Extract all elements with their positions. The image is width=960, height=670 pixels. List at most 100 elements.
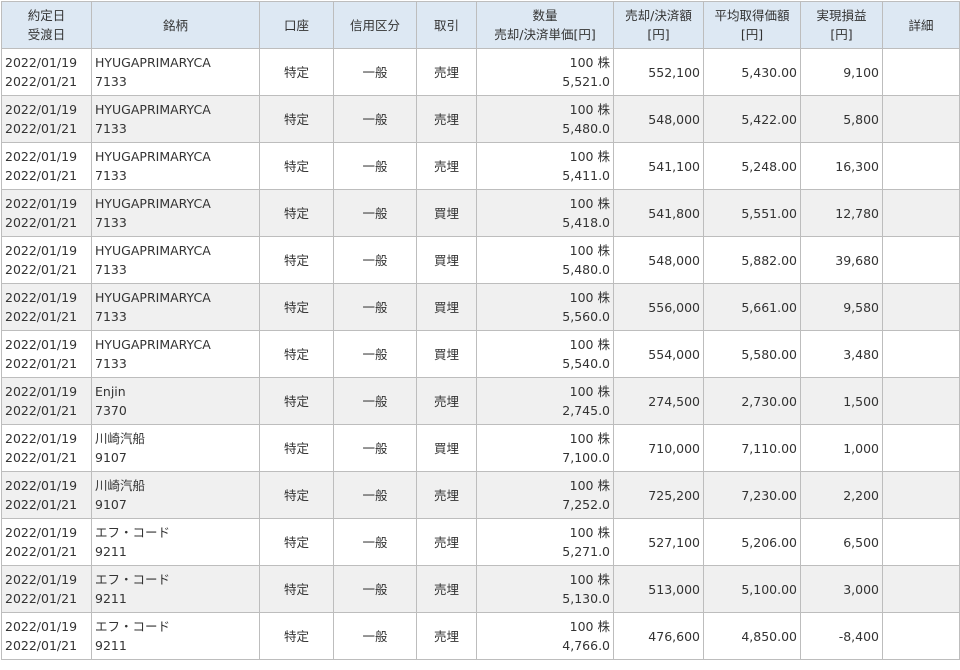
avg-cost: 5,100.00 — [703, 565, 801, 613]
trade-type: 買埋 — [416, 236, 477, 284]
account-type: 特定 — [259, 142, 334, 190]
realized-pl: 12,780 — [800, 189, 883, 237]
account-type: 特定 — [259, 612, 334, 660]
trade-type: 売埋 — [416, 565, 477, 613]
avg-cost: 5,882.00 — [703, 236, 801, 284]
account-type: 特定 — [259, 48, 334, 96]
quantity-price-cell: 100 株 2,745.0 — [476, 377, 614, 425]
unit-price: 7,100.0 — [562, 450, 610, 465]
trade-type: 買埋 — [416, 189, 477, 237]
detail-cell — [882, 518, 960, 566]
trade-date: 2022/01/19 — [5, 525, 78, 540]
trade-date: 2022/01/19 — [5, 290, 78, 305]
security-code: 7133 — [95, 168, 127, 183]
security-code: 7133 — [95, 121, 127, 136]
trade-type: 売埋 — [416, 142, 477, 190]
trade-type: 買埋 — [416, 283, 477, 331]
sale-amount: 541,800 — [613, 189, 704, 237]
security-name: 川崎汽船 — [95, 431, 146, 446]
credit-type: 一般 — [333, 95, 417, 143]
account-type: 特定 — [259, 424, 334, 472]
security-name: HYUGAPRIMARYCA — [95, 102, 211, 117]
quantity: 100 株 — [569, 384, 610, 399]
settle-date: 2022/01/21 — [5, 497, 78, 512]
table-row: 2022/01/19 2022/01/21 川崎汽船 9107 特定 一般 買埋… — [1, 424, 960, 472]
security-code: 9211 — [95, 591, 127, 606]
security-cell: HYUGAPRIMARYCA 7133 — [91, 95, 260, 143]
security-name: Enjin — [95, 384, 126, 399]
sale-amount: 548,000 — [613, 236, 704, 284]
settle-date: 2022/01/21 — [5, 450, 78, 465]
trade-type: 売埋 — [416, 377, 477, 425]
header-name: 銘柄 — [91, 1, 260, 49]
unit-price: 5,480.0 — [562, 262, 610, 277]
quantity-price-cell: 100 株 5,411.0 — [476, 142, 614, 190]
date-cell: 2022/01/19 2022/01/21 — [1, 424, 92, 472]
quantity-price-cell: 100 株 5,560.0 — [476, 283, 614, 331]
date-cell: 2022/01/19 2022/01/21 — [1, 471, 92, 519]
unit-price: 5,560.0 — [562, 309, 610, 324]
quantity: 100 株 — [569, 149, 610, 164]
security-code: 7133 — [95, 356, 127, 371]
quantity: 100 株 — [569, 290, 610, 305]
trade-type: 売埋 — [416, 95, 477, 143]
detail-cell — [882, 236, 960, 284]
trade-date: 2022/01/19 — [5, 478, 78, 493]
security-cell: エフ・コード 9211 — [91, 612, 260, 660]
account-type: 特定 — [259, 189, 334, 237]
header-credit: 信用区分 — [333, 1, 417, 49]
table-row: 2022/01/19 2022/01/21 HYUGAPRIMARYCA 713… — [1, 48, 960, 96]
security-code: 9107 — [95, 450, 127, 465]
security-cell: 川崎汽船 9107 — [91, 424, 260, 472]
security-name: エフ・コード — [95, 525, 171, 540]
sale-amount: 527,100 — [613, 518, 704, 566]
realized-pl: 16,300 — [800, 142, 883, 190]
realized-pl: -8,400 — [800, 612, 883, 660]
unit-price: 5,271.0 — [562, 544, 610, 559]
trade-date: 2022/01/19 — [5, 572, 78, 587]
detail-cell — [882, 48, 960, 96]
security-name: エフ・コード — [95, 572, 171, 587]
trade-date: 2022/01/19 — [5, 55, 78, 70]
account-type: 特定 — [259, 95, 334, 143]
unit-price: 7,252.0 — [562, 497, 610, 512]
date-cell: 2022/01/19 2022/01/21 — [1, 236, 92, 284]
unit-price: 5,480.0 — [562, 121, 610, 136]
detail-cell — [882, 189, 960, 237]
realized-pl: 2,200 — [800, 471, 883, 519]
security-name: HYUGAPRIMARYCA — [95, 337, 211, 352]
credit-type: 一般 — [333, 565, 417, 613]
sale-amount: 476,600 — [613, 612, 704, 660]
date-cell: 2022/01/19 2022/01/21 — [1, 330, 92, 378]
table-body: 2022/01/19 2022/01/21 HYUGAPRIMARYCA 713… — [1, 48, 960, 660]
table-row: 2022/01/19 2022/01/21 HYUGAPRIMARYCA 713… — [1, 330, 960, 378]
security-name: HYUGAPRIMARYCA — [95, 55, 211, 70]
sale-amount: 541,100 — [613, 142, 704, 190]
avg-cost: 7,110.00 — [703, 424, 801, 472]
avg-cost: 4,850.00 — [703, 612, 801, 660]
realized-pl: 5,800 — [800, 95, 883, 143]
table-row: 2022/01/19 2022/01/21 Enjin 7370 特定 一般 売… — [1, 377, 960, 425]
trade-type: 売埋 — [416, 48, 477, 96]
date-cell: 2022/01/19 2022/01/21 — [1, 48, 92, 96]
security-code: 7133 — [95, 215, 127, 230]
settle-date: 2022/01/21 — [5, 356, 78, 371]
header-avg-cost: 平均取得価額 [円] — [703, 1, 801, 49]
avg-cost: 5,551.00 — [703, 189, 801, 237]
unit-price: 5,521.0 — [562, 74, 610, 89]
security-code: 7133 — [95, 262, 127, 277]
unit-price: 5,418.0 — [562, 215, 610, 230]
security-name: HYUGAPRIMARYCA — [95, 243, 211, 258]
settle-date: 2022/01/21 — [5, 262, 78, 277]
security-code: 7370 — [95, 403, 127, 418]
sale-amount: 556,000 — [613, 283, 704, 331]
security-cell: エフ・コード 9211 — [91, 565, 260, 613]
quantity-price-cell: 100 株 4,766.0 — [476, 612, 614, 660]
sale-amount: 554,000 — [613, 330, 704, 378]
security-code: 9211 — [95, 544, 127, 559]
avg-cost: 2,730.00 — [703, 377, 801, 425]
credit-type: 一般 — [333, 48, 417, 96]
credit-type: 一般 — [333, 236, 417, 284]
security-cell: HYUGAPRIMARYCA 7133 — [91, 236, 260, 284]
quantity: 100 株 — [569, 431, 610, 446]
